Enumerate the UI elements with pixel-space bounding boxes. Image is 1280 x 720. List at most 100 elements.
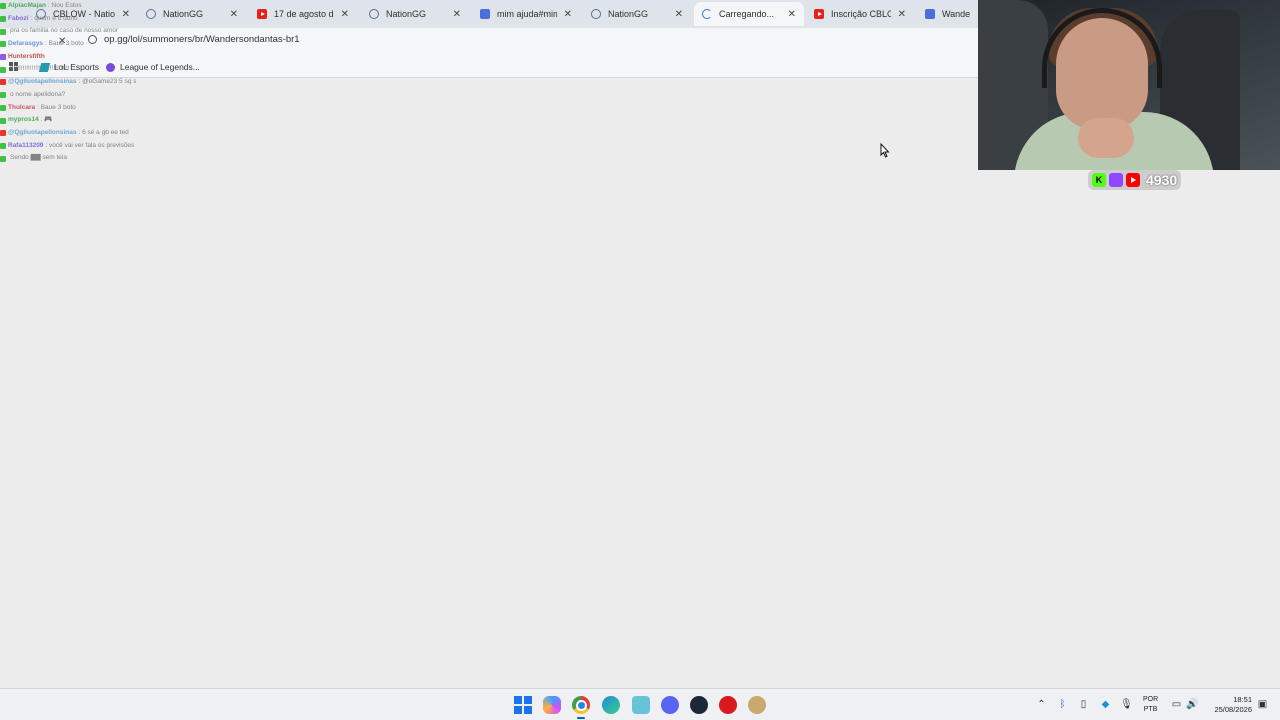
kick-icon [0,3,6,10]
language-code: POR [1143,696,1159,703]
clock-date: 25/08/2026 [1214,705,1252,714]
viewer-count: 4930 [1146,172,1178,188]
tab-3[interactable]: NationGG ✕ [361,2,469,26]
chat-message: pra os familia no caso de nosso amor [0,25,200,38]
chat-message: !!!!!!!!!!!!!!!!!!!!!!!!!!!!!!!!! [0,63,200,76]
twitch-icon [0,54,6,61]
tab-close-button[interactable]: ✕ [564,9,572,20]
chat-message: o nome apelidona? [0,89,200,102]
youtube-icon [257,9,267,19]
chat-text: : quem é o dono [30,14,78,22]
stream-chat-overlay: AlpiacMajan: Nou Estos Fabozi: quem é o d… [0,0,200,162]
windows-taskbar: ⌃ ᛒ ▯ ◆ 🎙 POR PTB ▭ 🔊 18:51 25/08/2026 ▣ [0,688,1280,720]
chat-message: AlpiacMajan: Nou Estos [0,0,200,13]
chat-text: : Baue 3 boto [37,103,76,111]
tab-label: mim ajuda#mima [497,9,557,19]
input-language-indicator[interactable]: POR PTB [1143,695,1158,715]
tab-label: Inscrição CBLOW [831,9,891,19]
kick-icon [0,142,6,149]
chat-message: Defarasgys: Baue 3 boto [0,38,200,51]
league-client-icon[interactable] [748,696,766,714]
tab-close-button[interactable]: ✕ [675,9,683,20]
tab-6-active[interactable]: Carregando... ✕ [694,2,804,26]
tab-close-button[interactable]: ✕ [788,9,796,20]
chrome-icon[interactable] [572,696,590,714]
tab-close-button[interactable]: ✕ [230,9,238,20]
chat-message: Rafa113209: você vai ver fala os previsõ… [0,140,200,153]
chat-text: Sendo ▇▇ sem tela [10,154,67,162]
chat-text: !!!!!!!!!!!!!!!!!!!!!!!!!!!!!!!!! [10,65,70,73]
twitch-icon [1109,173,1123,187]
windows-start-icon[interactable] [514,696,532,714]
chat-message: @Qglluotapellonsinas: @oGame23 5 sq s [0,76,200,89]
chat-message: Huntersfifth [0,51,200,64]
tray-overflow-chevron-icon[interactable]: ⌃ [1036,699,1047,710]
chat-text: o nome apelidona? [10,90,66,98]
tab-label: Carregando... [719,9,775,19]
tab-2[interactable]: 17 de agosto de 2 ✕ [249,2,357,26]
network-icon[interactable]: ▭ [1171,699,1182,710]
system-clock[interactable]: 18:51 25/08/2026 [1204,695,1252,715]
notification-bell-icon[interactable]: ▣ [1257,699,1268,710]
steam-icon[interactable] [690,696,708,714]
doc-icon [925,9,935,19]
chat-username: Huntersfifth [8,52,45,60]
chat-message: Sendo ▇▇ sem tela [0,152,200,165]
edge-icon[interactable] [602,696,620,714]
kick-icon: K [1092,173,1106,187]
chat-username: Rafa113209 [8,141,44,149]
copilot-icon[interactable] [543,696,561,714]
streamer-hand [1078,118,1134,158]
chat-text: : 6 sé a gb ee ted [78,128,129,136]
chat-username: Thulcara [8,103,36,111]
nationgg-icon [591,9,601,19]
tab-8[interactable]: Wanderso [917,2,978,26]
chat-text: : 🎮 [40,116,53,124]
tab-label: Wanderso [942,9,970,19]
loading-icon [702,9,712,19]
youtube-icon [814,9,824,19]
kick-icon [0,16,6,23]
tab-close-button[interactable]: ✕ [453,9,461,20]
chat-username: Defarasgys [8,40,44,48]
chat-username: @Qglluotapellonsinas [8,128,77,136]
keyboard-layout: PTB [1143,706,1158,713]
webcam-feed [978,0,1280,170]
kick-icon [0,92,6,99]
clock-time: 18:51 [1233,695,1252,704]
chat-text: pra os familia no caso de nosso amor [10,27,119,35]
kick-icon [0,28,6,35]
active-app-indicator [577,717,585,719]
store-icon[interactable] [632,696,650,714]
kick-icon [0,117,6,124]
chat-username: @Qglluotapellonsinas [8,78,77,86]
microphone-icon[interactable]: 🎙 [1120,699,1133,710]
chat-message: Fabozi: quem é o dono [0,13,200,26]
youtube-icon [0,79,6,86]
tab-close-button[interactable]: ✕ [898,9,906,20]
tab-4[interactable]: mim ajuda#mima ✕ [472,2,580,26]
kick-icon [0,155,6,162]
kick-icon [0,41,6,48]
viewer-stats-badge: K 4930 [1088,170,1182,190]
tab-label: NationGG [608,9,649,19]
kick-icon [0,66,6,73]
kick-icon [0,104,6,111]
volume-icon[interactable]: 🔊 [1186,699,1198,710]
app-tray-icon[interactable]: ◆ [1100,699,1111,710]
usb-icon[interactable]: ▯ [1078,699,1089,710]
tab-label: NationGG [386,9,427,19]
chat-text: : @oGame23 5 sq s [78,78,137,86]
doc-icon [480,9,490,19]
tab-7[interactable]: Inscrição CBLOW ✕ [806,2,914,26]
bluetooth-icon[interactable]: ᛒ [1057,699,1068,710]
red-app-icon[interactable] [719,696,737,714]
chat-username: Fabozi [8,14,29,22]
discord-icon[interactable] [661,696,679,714]
tab-close-button[interactable]: ✕ [341,9,349,20]
chat-text: : Baue 3 boto [45,40,84,48]
chat-message: Thulcara: Baue 3 boto [0,102,200,115]
nationgg-icon [369,9,379,19]
tab-5[interactable]: NationGG ✕ [583,2,691,26]
youtube-icon [0,130,6,137]
